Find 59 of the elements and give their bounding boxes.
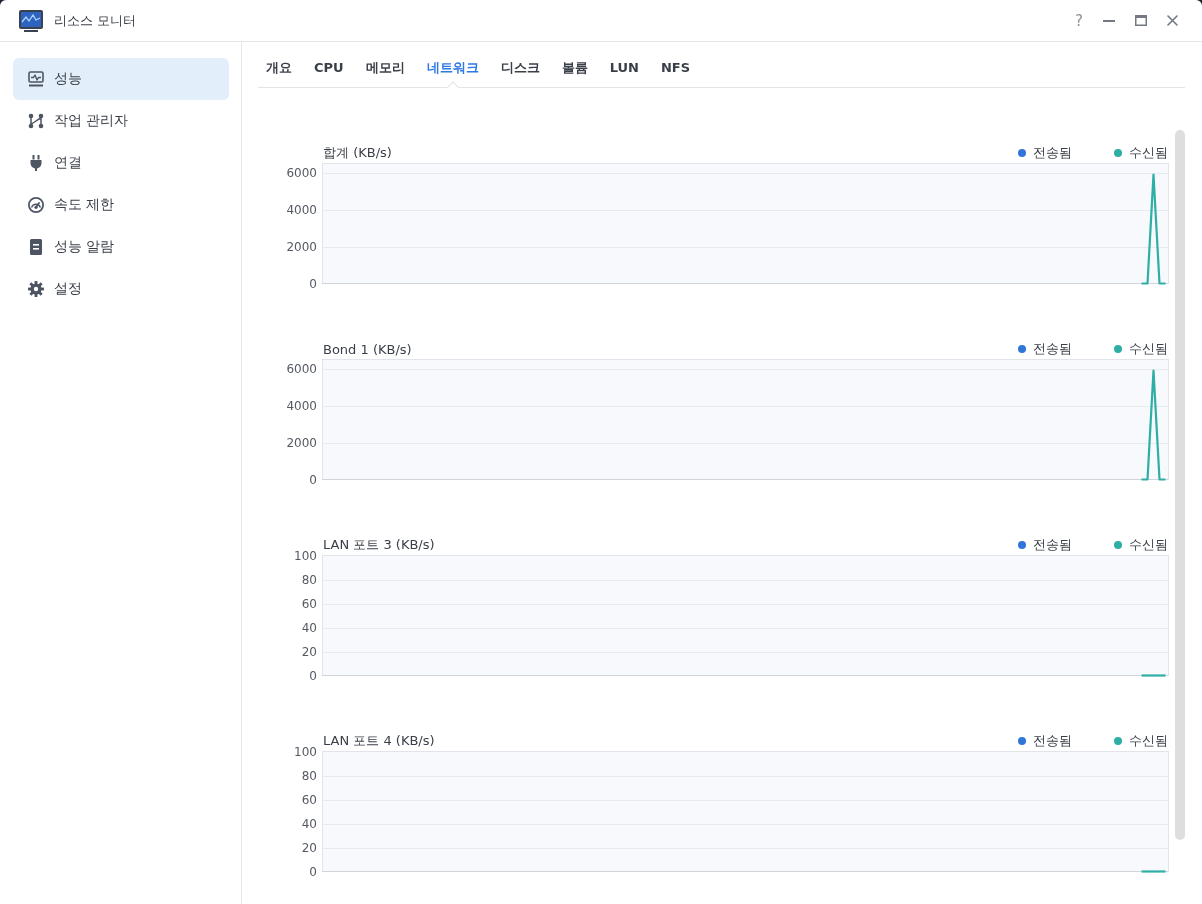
legend-label: 전송됨 [1033,732,1072,750]
axis-label: 60 [301,792,317,807]
legend-label: 수신됨 [1129,732,1168,750]
tab[interactable]: 볼륨 [550,48,599,87]
minimize-icon[interactable] [1103,19,1115,22]
chart-line [1141,870,1166,873]
axis-label: 4000 [286,398,317,413]
chart-title: LAN 포트 3 (KB/s) [323,536,435,554]
legend-label: 수신됨 [1129,144,1168,162]
sidebar-item[interactable]: 작업 관리자 [13,100,229,142]
axis-label: 40 [301,620,317,635]
tab[interactable]: 메모리 [354,48,416,87]
legend-label: 전송됨 [1033,340,1072,358]
chart-title: 합계 (KB/s) [323,144,392,162]
legend-label: 전송됨 [1033,536,1072,554]
settings-icon [28,281,44,297]
axis-label: 20 [301,840,317,855]
sidebar-item[interactable]: 성능 [13,58,229,100]
document-icon [28,239,44,255]
maximize-icon[interactable] [1135,15,1147,26]
axis-label: 80 [301,572,317,587]
gauge-icon [28,197,44,213]
sidebar-item[interactable]: 속도 제한 [13,184,229,226]
chart-line [1141,674,1166,677]
legend-label: 수신됨 [1129,536,1168,554]
sidebar-item[interactable]: 성능 알람 [13,226,229,268]
axis-label: 0 [309,668,317,683]
legend-label: 수신됨 [1129,340,1168,358]
axis-label: 6000 [286,165,317,180]
tab[interactable]: 개요 [258,48,303,87]
monitor-icon [19,9,43,32]
close-icon[interactable] [1167,15,1178,26]
axis-label: 6000 [286,361,317,376]
tab[interactable]: CPU [303,48,355,87]
pulse-monitor-icon [28,71,44,87]
axis-label: 0 [309,276,317,291]
chart-title: Bond 1 (KB/s) [323,341,412,357]
axis-label: 40 [301,816,317,831]
axis-label: 4000 [286,202,317,217]
axis-label: 2000 [286,435,317,450]
axis-label: 80 [301,768,317,783]
axis-label: 0 [309,472,317,487]
axis-label: 20 [301,644,317,659]
legend-label: 전송됨 [1033,144,1072,162]
nodes-icon [28,113,44,129]
tab[interactable]: NFS [649,48,701,87]
axis-label: 60 [301,596,317,611]
axis-label: 100 [294,548,317,563]
tab[interactable]: LUN [598,48,650,87]
chart-title: LAN 포트 4 (KB/s) [323,732,435,750]
window-title: 리소스 모니터 [54,11,137,30]
axis-label: 2000 [286,239,317,254]
axis-label: 0 [309,864,317,879]
axis-label: 100 [294,744,317,759]
tab[interactable]: 디스크 [489,48,551,87]
plug-icon [28,155,44,171]
scrollbar[interactable] [1175,130,1185,840]
sidebar-item[interactable]: 설정 [13,268,229,310]
sidebar-item[interactable]: 연결 [13,142,229,184]
